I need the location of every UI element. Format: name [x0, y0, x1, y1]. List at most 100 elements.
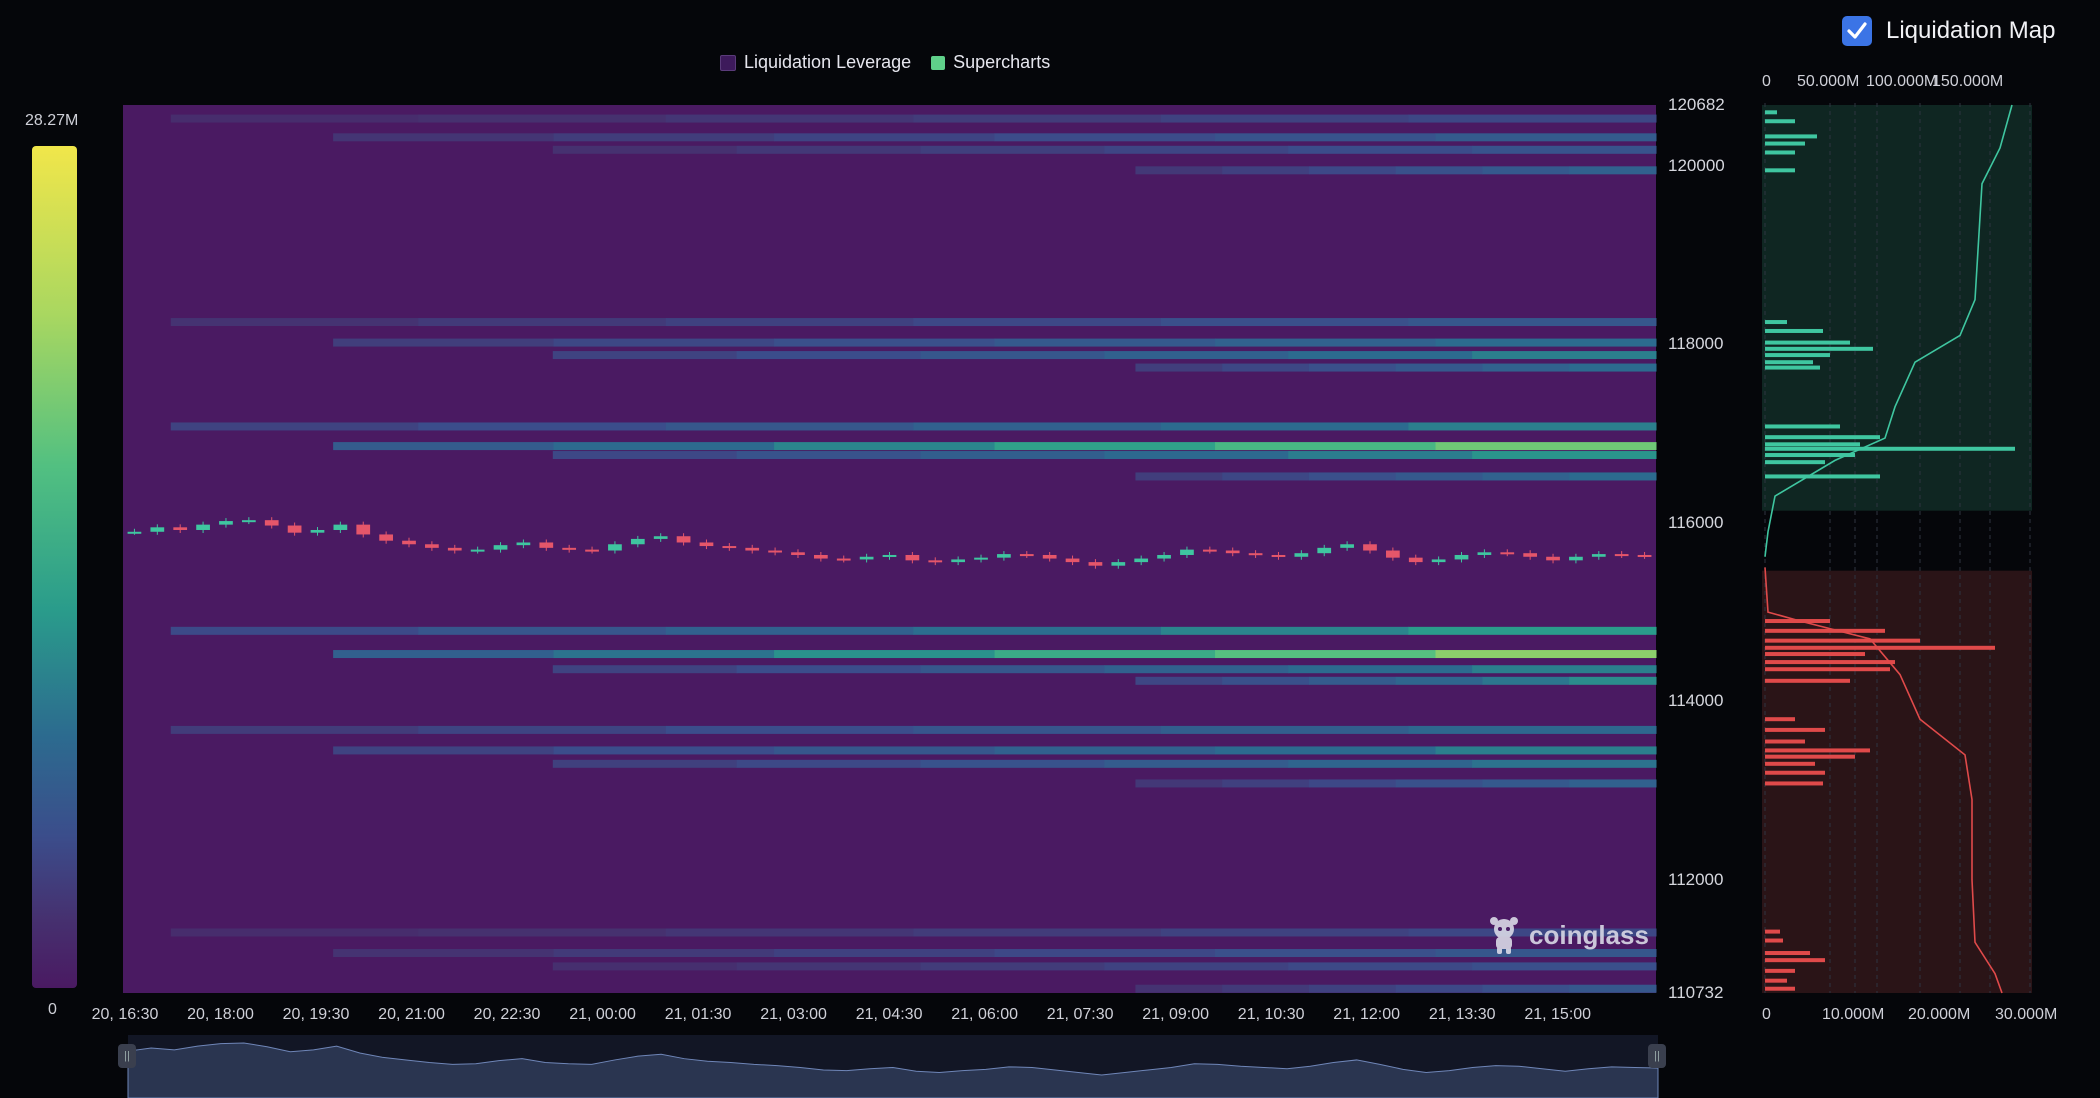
candle: [1569, 556, 1583, 561]
candle: [1591, 554, 1606, 557]
side-bar-upper: [1765, 119, 1795, 124]
heatmap-band: [1135, 779, 1223, 788]
heatmap-band: [665, 626, 914, 635]
heatmap-band: [333, 650, 555, 659]
time-tick-label: 20, 22:30: [473, 1006, 541, 1023]
time-tick-label: 20, 18:00: [187, 1006, 254, 1023]
side-bar-upper: [1765, 320, 1787, 325]
price-tick-label: 118000: [1668, 334, 1724, 354]
heatmap-band: [1135, 166, 1223, 175]
side-bar-lower: [1765, 754, 1855, 759]
range-handle-right[interactable]: ||: [1648, 1044, 1666, 1068]
heatmap-band: [1435, 442, 1657, 451]
side-top-tick-label: 150.000M: [1932, 73, 2004, 90]
heatmap-band: [170, 725, 419, 734]
side-bar-lower: [1765, 739, 1805, 744]
colorbar-max-label: 28.27M: [25, 112, 79, 129]
liquidation-map-toggle[interactable]: Liquidation Map: [1842, 16, 2055, 46]
chart-legend: Liquidation Leverage Supercharts: [720, 52, 1050, 73]
liquidation-map-checkbox[interactable]: [1842, 16, 1872, 46]
heatmap-band: [170, 422, 419, 431]
candle: [333, 524, 348, 530]
side-bar-upper: [1765, 360, 1813, 365]
heatmap-band: [994, 442, 1216, 451]
heatmap-band: [418, 626, 667, 635]
side-bar-upper: [1765, 474, 1880, 479]
heatmap-band: [1104, 962, 1289, 971]
candle: [562, 547, 577, 550]
heatmap-band: [1472, 351, 1657, 360]
candle: [447, 547, 462, 551]
candle: [150, 527, 165, 532]
heatmap-band: [1215, 949, 1437, 958]
heatmap-band: [913, 318, 1162, 327]
heatmap-band: [1395, 166, 1483, 175]
candle: [1523, 553, 1538, 557]
heatmap-band: [1308, 166, 1397, 175]
side-bar-upper: [1765, 435, 1880, 440]
heatmap-band: [333, 442, 555, 451]
time-tick-label: 21, 03:00: [760, 1006, 827, 1023]
heatmap-band: [1104, 759, 1289, 768]
candle: [425, 544, 439, 548]
heatmap-band: [1104, 451, 1289, 460]
heatmap-band: [1215, 442, 1437, 451]
heatmap-band: [1160, 725, 1409, 734]
heatmap-band: [1222, 779, 1310, 788]
heatmap-band: [1135, 472, 1223, 481]
side-top-tick-label: 100.000M: [1866, 73, 1938, 90]
candle: [264, 520, 279, 526]
legend-item-supercharts[interactable]: Supercharts: [931, 52, 1050, 73]
heatmap-band: [1435, 746, 1657, 755]
candle: [1271, 554, 1286, 557]
heatmap-band: [774, 650, 996, 659]
candle: [699, 542, 714, 547]
candle: [928, 560, 943, 563]
legend-item-liquidation-leverage[interactable]: Liquidation Leverage: [720, 52, 911, 73]
side-bar-lower: [1765, 929, 1780, 934]
side-bottom-tick-label: 20.000M: [1908, 1006, 1971, 1023]
candle: [905, 554, 920, 561]
heatmap-band: [1215, 746, 1437, 755]
candle: [310, 529, 325, 533]
heatmap-band: [418, 318, 667, 327]
heatmap-band: [552, 451, 738, 460]
candle: [1111, 562, 1126, 566]
heatmap-band: [1395, 779, 1483, 788]
candle: [1340, 544, 1354, 548]
heatmap-band: [1222, 472, 1310, 481]
candle: [768, 550, 782, 553]
heatmap-band: [552, 759, 738, 768]
heatmap-band: [1408, 422, 1657, 431]
heatmap-band: [418, 725, 667, 734]
candle: [791, 552, 805, 555]
heatmap-band: [1288, 665, 1473, 674]
heatmap-band: [913, 422, 1162, 431]
heatmap-band: [170, 626, 419, 635]
time-tick-label: 21, 15:00: [1524, 1006, 1592, 1023]
heatmap-band: [552, 351, 738, 360]
candle: [127, 531, 142, 534]
heatmap-band: [1104, 351, 1289, 360]
candle: [745, 547, 760, 551]
side-bar-lower: [1765, 770, 1825, 775]
heatmap-band: [1288, 759, 1473, 768]
heatmap-band: [1472, 451, 1657, 460]
candle: [1065, 558, 1080, 563]
heatmap-band: [1160, 928, 1409, 937]
side-bar-upper: [1765, 328, 1823, 333]
heatmap-band: [1569, 363, 1657, 372]
candle: [1408, 557, 1423, 563]
heatmap-band: [665, 928, 914, 937]
side-bar-lower: [1765, 619, 1830, 624]
heatmap-band: [913, 928, 1162, 937]
candle: [585, 549, 599, 552]
candle: [1225, 550, 1240, 554]
heatmap-band: [913, 725, 1162, 734]
legend-swatch-liquidation-leverage: [720, 54, 736, 71]
colorbar: [32, 146, 77, 988]
side-bar-lower: [1765, 660, 1895, 665]
heatmap-band: [1569, 166, 1657, 175]
range-handle-left[interactable]: ||: [118, 1044, 136, 1068]
heatmap-band: [1288, 145, 1473, 154]
